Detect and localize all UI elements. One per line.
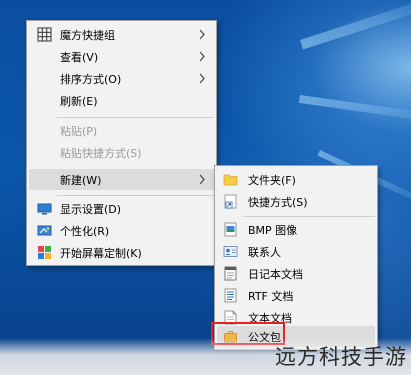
menu-item-paste-shortcut: 粘贴快捷方式(S) bbox=[29, 142, 214, 163]
submenu-item-label: 日记本文档 bbox=[248, 267, 303, 281]
menu-item-personalize[interactable]: 个性化(R) bbox=[29, 220, 214, 241]
wallpaper-light-beam bbox=[300, 0, 411, 50]
submenu-item-label: 文件夹(F) bbox=[248, 173, 296, 187]
grid-icon bbox=[37, 27, 52, 42]
folder-icon bbox=[223, 174, 238, 186]
start-screen-icon bbox=[38, 246, 51, 259]
chevron-right-icon bbox=[199, 174, 205, 185]
menu-item-label: 魔方快捷组 bbox=[60, 28, 115, 42]
display-settings-icon bbox=[37, 203, 52, 215]
submenu-item-label: 快捷方式(S) bbox=[248, 195, 308, 209]
menu-item-label: 排序方式(O) bbox=[60, 72, 122, 86]
desktop-context-menu: 魔方快捷组 查看(V) 排序方式(O) 刷新(E) 粘贴(P) 粘贴快捷方式(S… bbox=[26, 20, 217, 266]
menu-item-start-screen[interactable]: 开始屏幕定制(K) bbox=[29, 242, 214, 263]
watermark-text: 远方科技手游 bbox=[275, 345, 407, 369]
submenu-item-rtf-document[interactable]: RTF 文档 bbox=[217, 285, 375, 306]
menu-item-sort-by[interactable]: 排序方式(O) bbox=[29, 68, 214, 89]
journal-document-icon bbox=[224, 266, 237, 281]
submenu-item-contact[interactable]: 联系人 bbox=[217, 241, 375, 262]
personalize-icon bbox=[37, 225, 52, 236]
submenu-item-label: BMP 图像 bbox=[248, 223, 298, 237]
submenu-item-label: 联系人 bbox=[248, 245, 281, 259]
menu-item-view[interactable]: 查看(V) bbox=[29, 46, 214, 67]
menu-item-label: 查看(V) bbox=[60, 50, 99, 64]
submenu-item-bmp-image[interactable]: BMP 图像 bbox=[217, 219, 375, 240]
shortcut-icon bbox=[224, 194, 237, 209]
menu-item-label: 开始屏幕定制(K) bbox=[60, 246, 142, 260]
menu-item-label: 显示设置(D) bbox=[60, 202, 122, 216]
menu-separator bbox=[57, 117, 214, 118]
menu-item-label: 粘贴(P) bbox=[60, 124, 98, 138]
menu-separator bbox=[57, 195, 214, 196]
bmp-image-icon bbox=[224, 222, 237, 237]
menu-item-label: 新建(W) bbox=[60, 173, 102, 187]
menu-item-label: 粘贴快捷方式(S) bbox=[60, 146, 142, 160]
menu-item-paste: 粘贴(P) bbox=[29, 120, 214, 141]
menu-item-label: 刷新(E) bbox=[60, 94, 98, 108]
menu-separator bbox=[243, 216, 375, 217]
menu-item-new[interactable]: 新建(W) bbox=[29, 169, 214, 190]
menu-item-display-settings[interactable]: 显示设置(D) bbox=[29, 198, 214, 219]
menu-item-label: 个性化(R) bbox=[60, 224, 110, 238]
chevron-right-icon bbox=[199, 73, 205, 84]
submenu-item-journal-document[interactable]: 日记本文档 bbox=[217, 263, 375, 284]
rtf-document-icon bbox=[224, 288, 237, 303]
chevron-right-icon bbox=[199, 29, 205, 40]
chevron-right-icon bbox=[199, 51, 205, 62]
menu-item-refresh[interactable]: 刷新(E) bbox=[29, 90, 214, 111]
menu-item-mofang[interactable]: 魔方快捷组 bbox=[29, 24, 214, 45]
submenu-item-folder[interactable]: 文件夹(F) bbox=[217, 169, 375, 190]
submenu-item-label: RTF 文档 bbox=[248, 289, 294, 303]
contact-icon bbox=[223, 246, 238, 257]
wallpaper-light-beam bbox=[298, 95, 411, 123]
submenu-item-shortcut[interactable]: 快捷方式(S) bbox=[217, 191, 375, 212]
